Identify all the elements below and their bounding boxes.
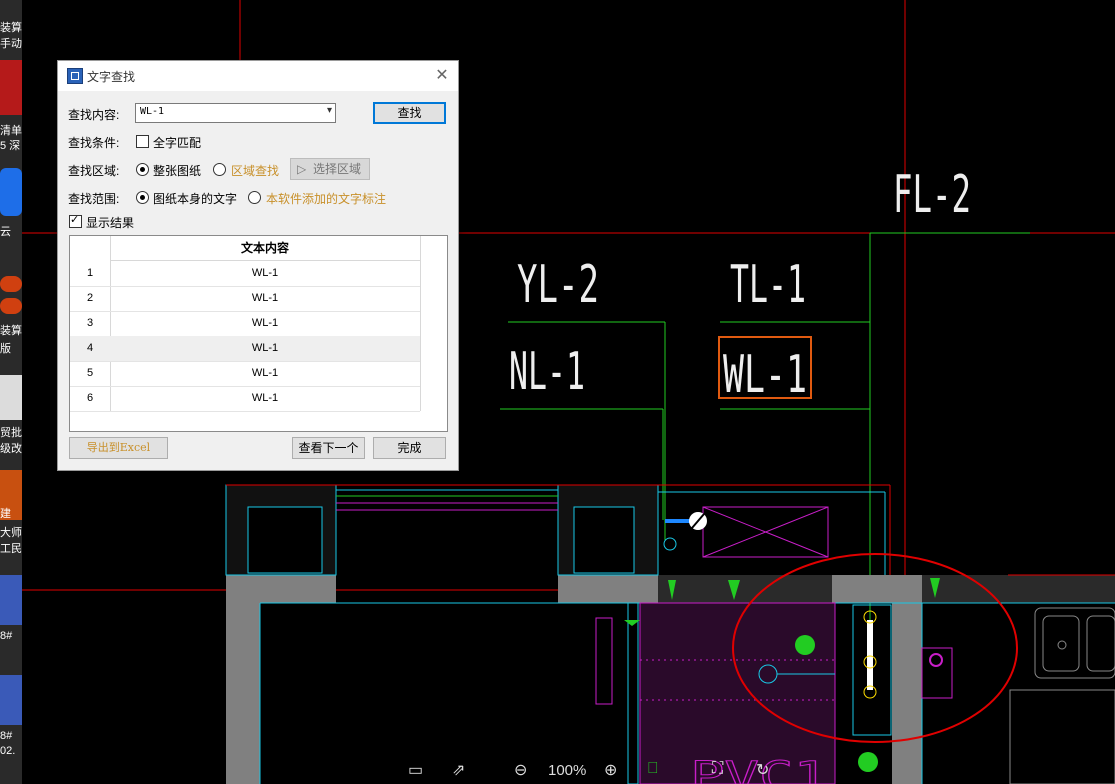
desktop-label: 02. xyxy=(0,745,16,757)
close-icon[interactable]: ✕ xyxy=(430,64,454,88)
chevron-down-icon[interactable]: ▾ xyxy=(327,105,332,116)
desktop-label: 5 深 xyxy=(0,140,21,152)
table-row[interactable]: 2 WL-1 xyxy=(70,286,420,312)
row-index: 2 xyxy=(87,292,94,304)
area-region-label: 区域查找 xyxy=(231,164,280,178)
area-region-radio[interactable] xyxy=(213,163,226,176)
scope-drawing-label: 图纸本身的文字 xyxy=(153,192,238,206)
find-button[interactable]: 查找 xyxy=(373,102,446,124)
export-excel-button: 导出到Excel xyxy=(69,437,168,459)
desktop-label: 8# xyxy=(0,630,13,642)
search-input[interactable]: WL-1 ▾ xyxy=(135,103,336,123)
done-button[interactable]: 完成 xyxy=(373,437,446,459)
desktop-strip: 装算 手动 清单 5 深 云 装算 版 贸批 级改 建 大师 工民 8# 8# … xyxy=(0,0,22,784)
table-row[interactable]: 5 WL-1 xyxy=(70,361,420,387)
row-index: 3 xyxy=(87,317,94,329)
show-results-checkbox[interactable] xyxy=(69,213,82,228)
label-tl1: TL-1 xyxy=(730,255,806,315)
row-text: WL-1 xyxy=(251,392,279,404)
row-index: 1 xyxy=(87,267,94,279)
scope-label: 查找范围: xyxy=(68,192,120,206)
view-next-button[interactable]: 查看下一个 xyxy=(292,437,365,459)
row-text: WL-1 xyxy=(251,267,279,279)
row-text: WL-1 xyxy=(251,367,279,379)
condition-label: 查找条件: xyxy=(68,136,120,150)
find-text-dialog: 文字查找 ✕ 查找内容: WL-1 ▾ 查找 查找条件: 全字匹配 查找区域: … xyxy=(57,60,459,471)
desktop-label: 工民 xyxy=(0,543,22,555)
scope-added-label: 本软件添加的文字标注 xyxy=(266,192,387,206)
select-area-icon: ▷ xyxy=(297,162,307,176)
desktop-label: 级改 xyxy=(0,443,22,455)
scope-drawing-radio[interactable] xyxy=(136,191,149,204)
desktop-label: 建 xyxy=(0,508,11,520)
row-index: 6 xyxy=(87,392,94,404)
viewer-toolbar: ▭ ⇗ ⊖ 100% ⊕ ⎕ ⛶ ↻ xyxy=(400,754,780,784)
desktop-icon[interactable] xyxy=(0,375,22,420)
whole-word-label: 全字匹配 xyxy=(153,136,202,150)
zoom-in-icon[interactable]: ⊕ xyxy=(604,760,617,780)
desktop-icon[interactable] xyxy=(0,168,22,216)
row-text: WL-1 xyxy=(251,317,279,329)
desktop-icon[interactable] xyxy=(0,675,22,725)
desktop-label: 云 xyxy=(0,226,11,238)
rotate-icon[interactable]: ↻ xyxy=(756,760,769,780)
desktop-label: 装算 xyxy=(0,22,22,34)
desktop-icon[interactable] xyxy=(0,298,22,314)
select-area-button: ▷ 选择区域 xyxy=(290,158,370,180)
row-text: WL-1 xyxy=(251,342,279,354)
search-content-label: 查找内容: xyxy=(68,108,120,122)
desktop-label: 贸批 xyxy=(0,427,22,439)
table-row[interactable]: 6 WL-1 xyxy=(70,386,420,412)
column-divider xyxy=(420,236,421,411)
desktop-label: 8# xyxy=(0,730,13,742)
dialog-title: 文字查找 xyxy=(87,70,136,84)
table-row[interactable]: 3 WL-1 xyxy=(70,311,420,337)
whole-word-checkbox[interactable] xyxy=(136,135,149,148)
row-index: 4 xyxy=(87,342,94,354)
desktop-icon[interactable] xyxy=(0,60,22,115)
label-yl2: YL-2 xyxy=(517,255,599,315)
table-row[interactable]: 1 WL-1 xyxy=(70,261,420,287)
desktop-label: 装算 xyxy=(0,325,22,337)
table-row[interactable]: 4 WL-1 xyxy=(70,336,420,362)
show-results-label: 显示结果 xyxy=(86,216,135,230)
search-value: WL-1 xyxy=(140,106,165,117)
app-icon xyxy=(67,68,83,84)
desktop-icon[interactable] xyxy=(0,575,22,625)
results-table: 文本内容 1 WL-1 2 WL-1 3 WL-1 4 WL-1 5 WL-1 6 WL-1 xyxy=(69,235,448,432)
label-wl1: WL-1 xyxy=(723,345,807,405)
row-index: 5 xyxy=(87,367,94,379)
actual-size-icon[interactable]: ⎕ xyxy=(648,760,658,778)
desktop-label: 手动 xyxy=(0,38,22,50)
label-fl2: FL-2 xyxy=(893,165,971,225)
area-whole-label: 整张图纸 xyxy=(153,164,202,178)
desktop-label: 版 xyxy=(0,343,11,355)
desktop-label: 清单 xyxy=(0,125,22,137)
zoom-out-icon[interactable]: ⊖ xyxy=(514,760,527,780)
area-label: 查找区域: xyxy=(68,164,120,178)
row-text: WL-1 xyxy=(251,292,279,304)
zoom-level: 100% xyxy=(548,762,587,779)
save-icon[interactable]: ▭ xyxy=(408,760,423,780)
desktop-icon[interactable] xyxy=(0,276,22,292)
share-icon[interactable]: ⇗ xyxy=(452,760,465,780)
area-whole-radio[interactable] xyxy=(136,163,149,176)
scope-added-radio[interactable] xyxy=(248,191,261,204)
table-header: 文本内容 xyxy=(110,236,420,261)
dialog-titlebar[interactable]: 文字查找 ✕ xyxy=(58,61,458,91)
select-area-label: 选择区域 xyxy=(313,162,362,176)
desktop-label: 大师 xyxy=(0,527,22,539)
fit-screen-icon[interactable]: ⛶ xyxy=(712,760,723,778)
label-nl1: NL-1 xyxy=(509,342,585,402)
